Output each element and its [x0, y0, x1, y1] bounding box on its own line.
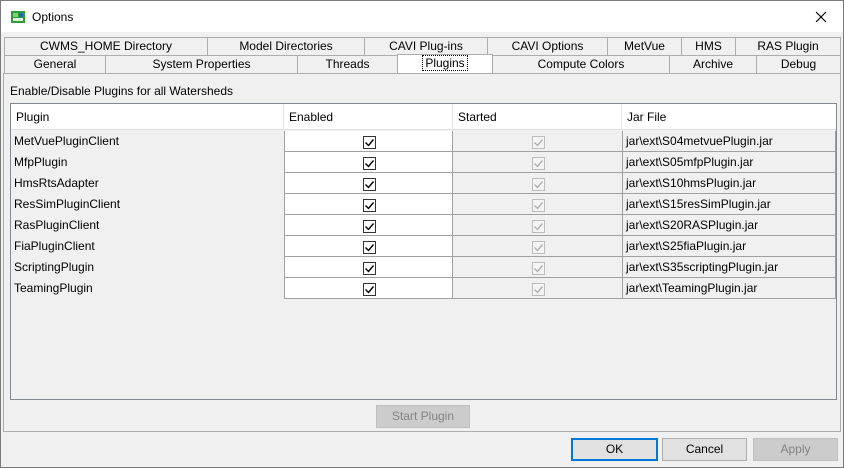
tab-system-properties[interactable]: System Properties: [105, 55, 298, 73]
started-checkbox: [531, 261, 545, 275]
tab-model-directories[interactable]: Model Directories: [207, 37, 365, 55]
enabled-cell[interactable]: [284, 194, 453, 215]
start-plugin-button[interactable]: Start Plugin: [376, 405, 470, 428]
table-row[interactable]: ResSimPluginClient jar\ext\S15resSimPlugi…: [11, 194, 836, 215]
started-checkbox: [531, 156, 545, 170]
close-icon: [815, 11, 827, 22]
jar-file-cell: jar\ext\S10hmsPlugin.jar: [622, 173, 836, 194]
enabled-cell[interactable]: [284, 236, 453, 257]
app-icon: [11, 11, 25, 23]
started-cell: [453, 152, 622, 173]
started-cell: [453, 194, 622, 215]
tab-general[interactable]: General: [4, 55, 106, 73]
jar-file-cell: jar\ext\TeamingPlugin.jar: [622, 278, 836, 299]
apply-button[interactable]: Apply: [753, 438, 838, 461]
enabled-cell[interactable]: [284, 278, 453, 299]
enabled-cell[interactable]: [284, 257, 453, 278]
started-checkbox: [531, 282, 545, 296]
ok-button[interactable]: OK: [571, 438, 658, 461]
started-checkbox: [531, 177, 545, 191]
started-checkbox: [531, 135, 545, 149]
tab-plugins[interactable]: Plugins: [397, 54, 493, 73]
tab-threads[interactable]: Threads: [297, 55, 398, 73]
table-row[interactable]: TeamingPlugin jar\ext\TeamingPlugin.jar: [11, 278, 836, 299]
column-header-jar-file[interactable]: Jar File: [622, 104, 836, 130]
tab-metvue[interactable]: MetVue: [607, 37, 682, 55]
started-checkbox: [531, 219, 545, 233]
table-row[interactable]: MetVuePluginClient jar\ext\S04metvuePlugi…: [11, 131, 836, 152]
close-button[interactable]: [799, 1, 843, 32]
tab-cavi-options[interactable]: CAVI Options: [487, 37, 608, 55]
enabled-checkbox[interactable]: [362, 240, 376, 254]
started-checkbox: [531, 240, 545, 254]
tab-cavi-plug-ins[interactable]: CAVI Plug-ins: [364, 37, 488, 55]
enabled-cell[interactable]: [284, 215, 453, 236]
enabled-checkbox[interactable]: [362, 219, 376, 233]
plugin-name-cell: ResSimPluginClient: [11, 194, 284, 215]
started-cell: [453, 173, 622, 194]
enabled-checkbox[interactable]: [362, 282, 376, 296]
column-header-plugin[interactable]: Plugin: [11, 104, 284, 130]
plugin-name-cell: ScriptingPlugin: [11, 257, 284, 278]
table-row[interactable]: RasPluginClient jar\ext\S20RASPlugin.jar: [11, 215, 836, 236]
jar-file-cell: jar\ext\S20RASPlugin.jar: [622, 215, 836, 236]
plugins-table[interactable]: Plugin Enabled Started Jar File MetVuePl…: [10, 103, 837, 400]
started-cell: [453, 131, 622, 152]
jar-file-cell: jar\ext\S35scriptingPlugin.jar: [622, 257, 836, 278]
plugin-name-cell: FiaPluginClient: [11, 236, 284, 257]
tab-debug[interactable]: Debug: [756, 55, 841, 73]
table-row[interactable]: MfpPlugin jar\ext\S05mfpPlugin.jar: [11, 152, 836, 173]
enabled-cell[interactable]: [284, 131, 453, 152]
column-header-enabled[interactable]: Enabled: [284, 104, 453, 130]
tab-cwms-home-directory[interactable]: CWMS_HOME Directory: [4, 37, 208, 55]
table-row[interactable]: FiaPluginClient jar\ext\S25fiaPlugin.jar: [11, 236, 836, 257]
table-row[interactable]: ScriptingPlugin jar\ext\S35scriptingPlugi…: [11, 257, 836, 278]
column-header-started[interactable]: Started: [453, 104, 622, 130]
enabled-checkbox[interactable]: [362, 177, 376, 191]
jar-file-cell: jar\ext\S04metvuePlugin.jar: [622, 131, 836, 152]
window-title: Options: [32, 10, 74, 24]
table-row[interactable]: HmsRtsAdapter jar\ext\S10hmsPlugin.jar: [11, 173, 836, 194]
started-cell: [453, 257, 622, 278]
tab-compute-colors[interactable]: Compute Colors: [492, 55, 670, 73]
title-bar[interactable]: Options: [1, 1, 843, 32]
jar-file-cell: jar\ext\S05mfpPlugin.jar: [622, 152, 836, 173]
plugin-name-cell: TeamingPlugin: [11, 278, 284, 299]
plugin-name-cell: MfpPlugin: [11, 152, 284, 173]
jar-file-cell: jar\ext\S25fiaPlugin.jar: [622, 236, 836, 257]
tab-ras-plugin[interactable]: RAS Plugin: [735, 37, 841, 55]
enabled-cell[interactable]: [284, 173, 453, 194]
started-cell: [453, 236, 622, 257]
cancel-button[interactable]: Cancel: [662, 438, 747, 461]
options-dialog: Options CWMS_HOME Directory Model Direct…: [0, 0, 844, 468]
table-header: Plugin Enabled Started Jar File: [11, 104, 836, 130]
enabled-checkbox[interactable]: [362, 198, 376, 212]
plugin-name-cell: RasPluginClient: [11, 215, 284, 236]
plugin-name-cell: HmsRtsAdapter: [11, 173, 284, 194]
enabled-checkbox[interactable]: [362, 261, 376, 275]
enabled-checkbox[interactable]: [362, 135, 376, 149]
section-label: Enable/Disable Plugins for all Watershed…: [10, 84, 234, 98]
plugin-name-cell: MetVuePluginClient: [11, 131, 284, 152]
jar-file-cell: jar\ext\S15resSimPlugin.jar: [622, 194, 836, 215]
started-cell: [453, 278, 622, 299]
started-checkbox: [531, 198, 545, 212]
plugins-tab-panel: Enable/Disable Plugins for all Watershed…: [3, 73, 841, 432]
tab-hms[interactable]: HMS: [681, 37, 736, 55]
tab-archive[interactable]: Archive: [669, 55, 757, 73]
started-cell: [453, 215, 622, 236]
enabled-cell[interactable]: [284, 152, 453, 173]
enabled-checkbox[interactable]: [362, 156, 376, 170]
